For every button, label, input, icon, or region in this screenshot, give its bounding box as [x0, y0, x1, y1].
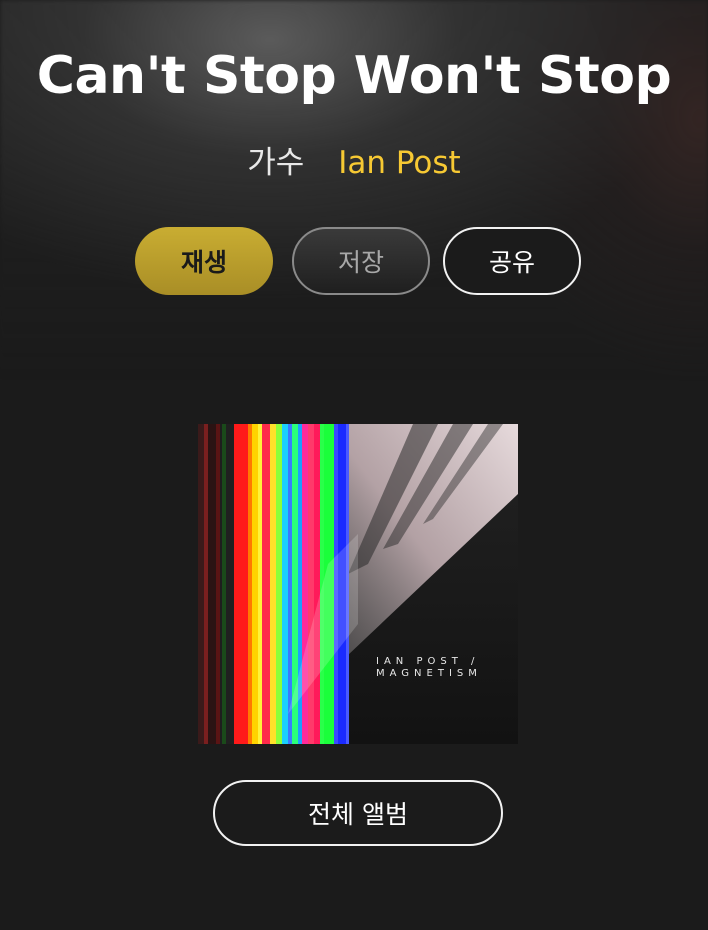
- full-album-button[interactable]: 전체 앨범: [213, 780, 503, 846]
- artist-name-link[interactable]: Ian Post: [338, 145, 461, 181]
- song-detail-page: Can't Stop Won't Stop 가수 Ian Post 재생 저장 …: [0, 0, 708, 930]
- album-cover-art: IAN POST / MAGNETISM: [198, 424, 518, 744]
- album-cover[interactable]: IAN POST / MAGNETISM: [198, 424, 518, 744]
- share-button[interactable]: 공유: [443, 227, 581, 295]
- song-title: Can't Stop Won't Stop: [36, 46, 672, 106]
- save-button[interactable]: 저장: [292, 227, 430, 295]
- cover-album-text: MAGNETISM: [376, 668, 482, 679]
- play-button[interactable]: 재생: [135, 227, 273, 295]
- artist-row: 가수 Ian Post: [0, 138, 708, 188]
- artist-label: 가수: [247, 145, 305, 181]
- cover-artist-text: IAN POST /: [376, 656, 479, 667]
